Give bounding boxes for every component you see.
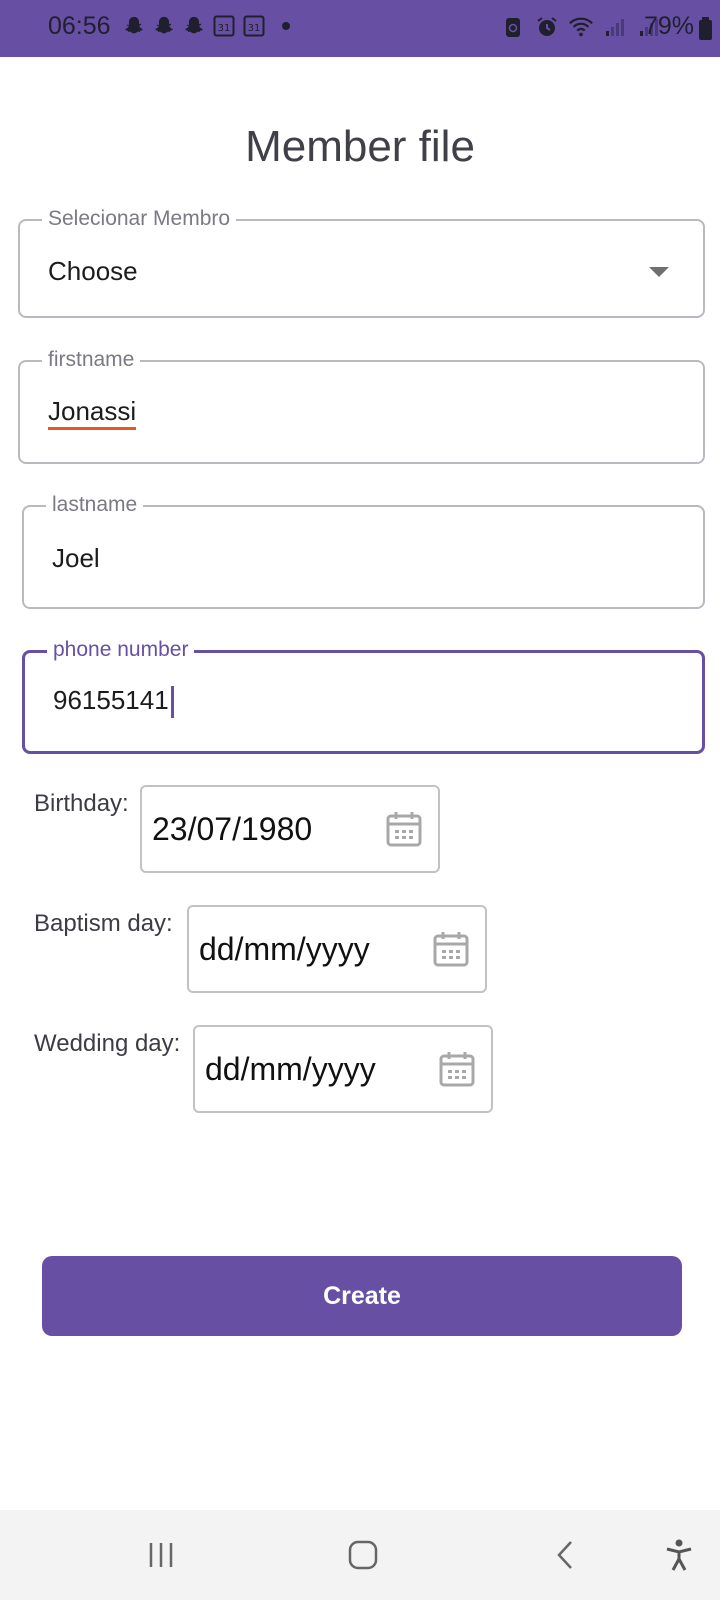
accessibility-icon[interactable]: [656, 1532, 702, 1578]
birthday-label: Birthday:: [34, 790, 129, 817]
baptism-value: dd/mm/yyyy: [199, 931, 370, 967]
create-button[interactable]: Create: [42, 1256, 682, 1336]
wedding-date-input[interactable]: dd/mm/yyyy: [193, 1025, 493, 1113]
home-icon[interactable]: [340, 1532, 386, 1578]
firstname-input[interactable]: Jonassi: [48, 396, 137, 430]
phone-value: 96155141: [53, 685, 169, 715]
member-select-label: Selecionar Membro: [42, 207, 237, 231]
battery-percent: 79%: [643, 12, 694, 40]
firstname-label: firstname: [42, 348, 141, 372]
calendar-icon[interactable]: [437, 1049, 477, 1089]
member-select-value: Choose: [48, 256, 138, 286]
status-time: 06:56: [48, 12, 111, 40]
status-bar: 06:56 31 31 79%: [0, 0, 720, 57]
svg-text:31: 31: [218, 23, 231, 34]
phone-input[interactable]: 96155141: [53, 685, 174, 719]
birthday-date-input[interactable]: 23/07/1980: [140, 785, 440, 873]
text-cursor: [170, 686, 174, 719]
recent-apps-icon[interactable]: [138, 1532, 184, 1578]
recycle-icon: [500, 14, 526, 40]
firstname-field[interactable]: firstname Jonassi: [18, 348, 705, 464]
baptism-label: Baptism day:: [34, 910, 173, 937]
phone-field[interactable]: phone number 96155141: [22, 638, 705, 754]
phone-label: phone number: [47, 638, 195, 662]
alarm-icon: [534, 14, 560, 40]
baptism-date-input[interactable]: dd/mm/yyyy: [187, 905, 487, 993]
battery-icon: [699, 17, 712, 40]
wedding-label: Wedding day:: [34, 1030, 181, 1057]
lastname-input[interactable]: Joel: [52, 543, 100, 574]
page-title: Member file: [245, 122, 475, 171]
snapchat-icon: [182, 14, 206, 38]
wedding-value: dd/mm/yyyy: [205, 1051, 376, 1087]
navigation-bar: [0, 1510, 720, 1600]
birthday-value: 23/07/1980: [152, 811, 313, 847]
snapchat-icon: [152, 14, 176, 38]
lastname-label: lastname: [46, 493, 144, 517]
notification-icons: 31 31: [122, 14, 290, 38]
system-icons: [500, 14, 662, 40]
calendar-icon[interactable]: [431, 929, 471, 969]
member-select[interactable]: Selecionar Membro Choose: [18, 207, 705, 318]
svg-text:31: 31: [248, 23, 261, 34]
chevron-down-icon: [649, 267, 669, 277]
calendar-31-icon: 31: [212, 14, 236, 38]
back-icon[interactable]: [542, 1532, 588, 1578]
calendar-31-icon: 31: [242, 14, 266, 38]
snapchat-icon: [122, 14, 146, 38]
more-notifications-dot: [282, 22, 290, 30]
lastname-field[interactable]: lastname Joel: [22, 493, 705, 609]
calendar-icon[interactable]: [384, 809, 424, 849]
signal-icon: [602, 14, 628, 40]
wifi-icon: [568, 14, 594, 40]
